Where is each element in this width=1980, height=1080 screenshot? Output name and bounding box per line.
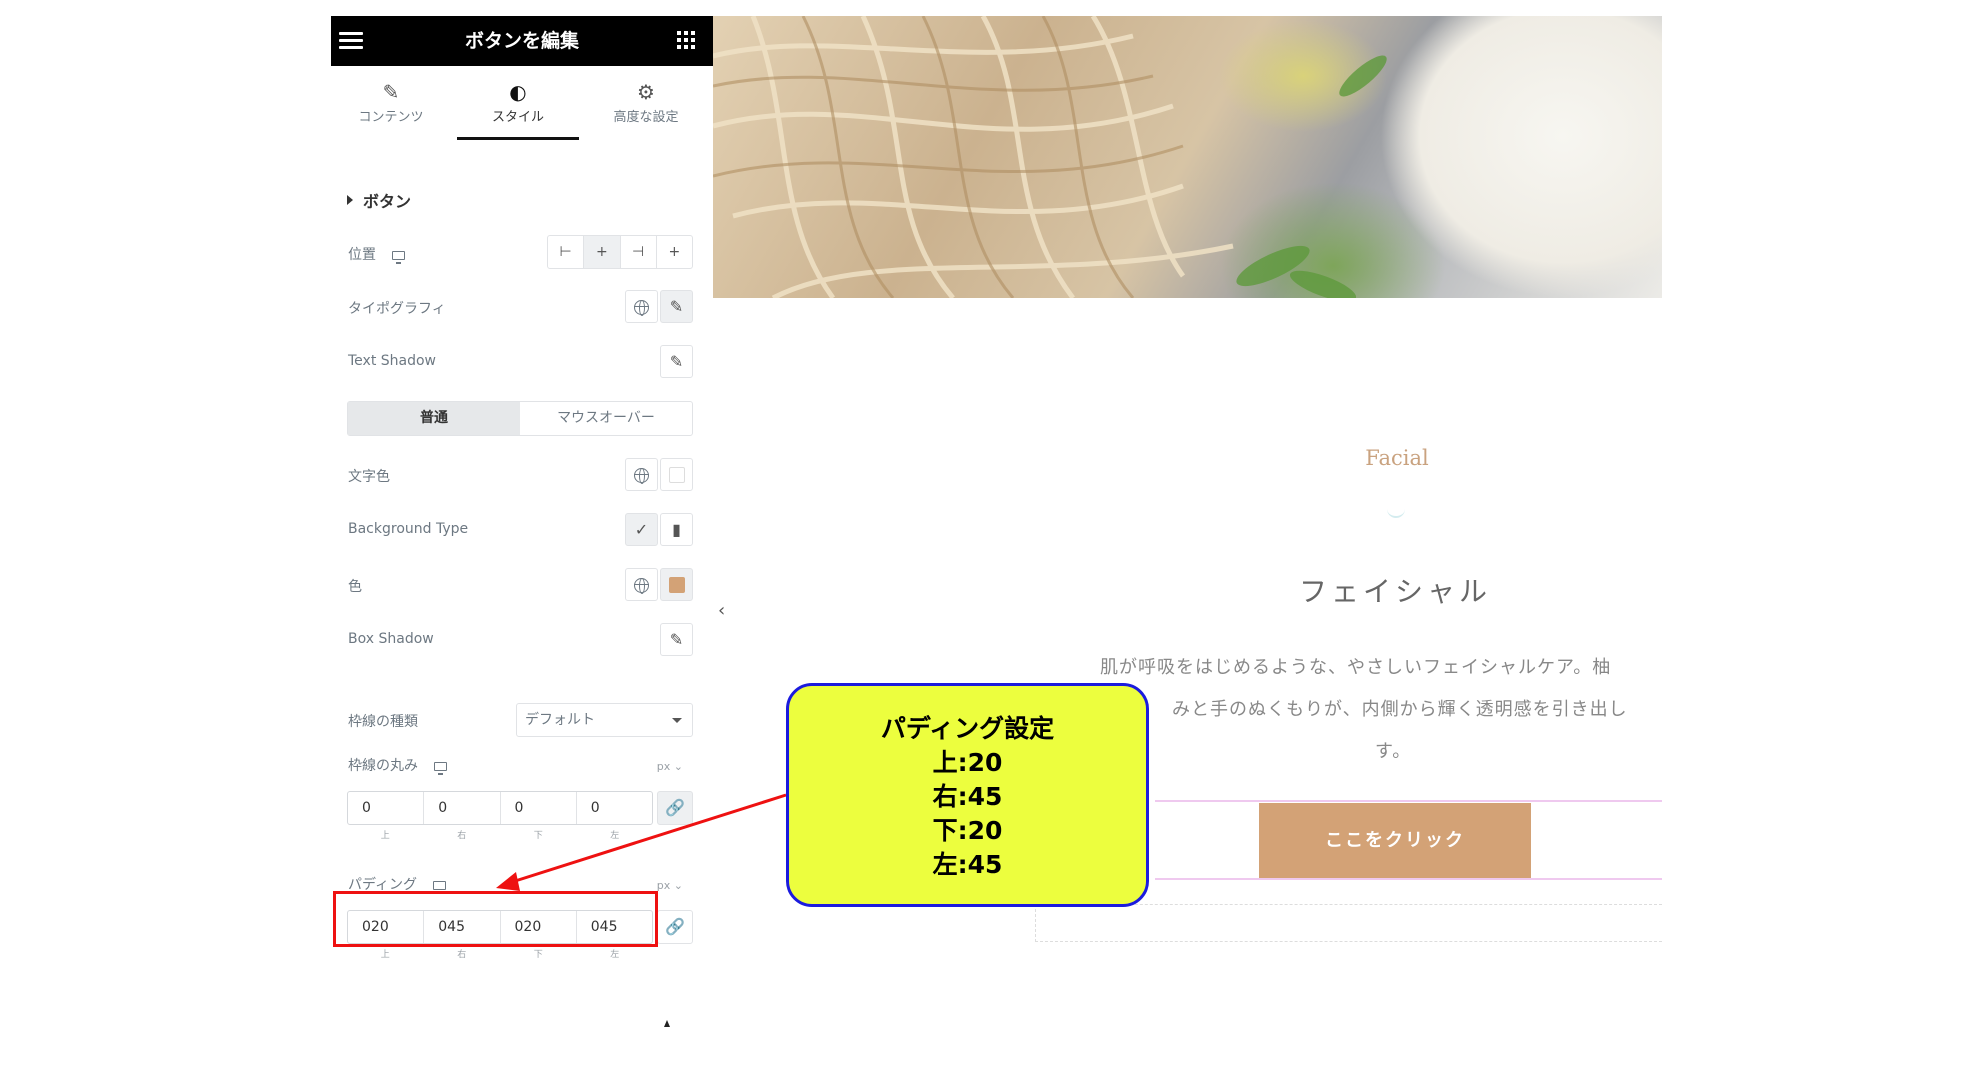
callout-line: 左:45 — [932, 850, 1003, 879]
padding-callout: パディング設定 上:20 右:45 下:20 左:45 — [786, 683, 1149, 907]
callout-title: パディング設定 — [880, 714, 1055, 743]
callout-line: 右:45 — [932, 782, 1003, 811]
callout-line: 下:20 — [932, 816, 1003, 845]
annotation-arrow — [496, 793, 787, 891]
callout-line: 上:20 — [932, 748, 1003, 777]
